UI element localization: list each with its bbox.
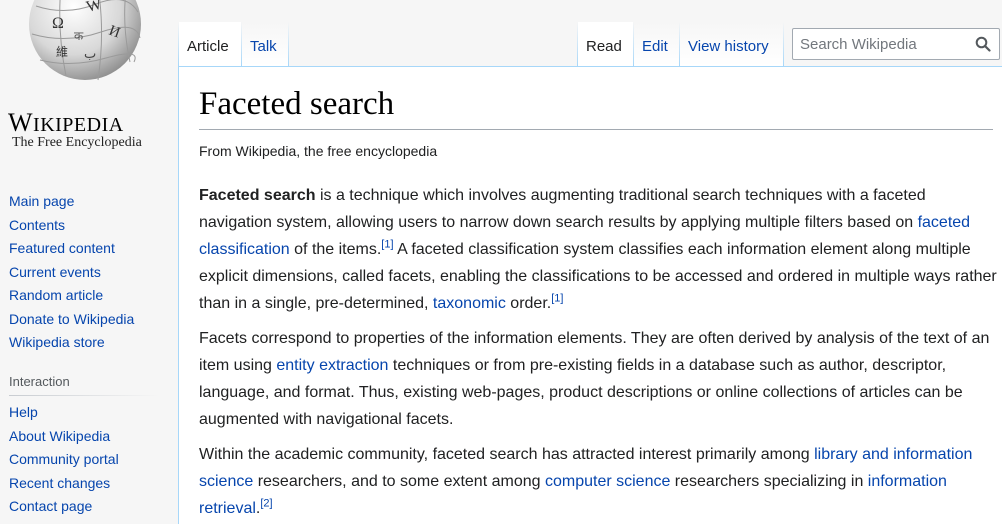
tab-read[interactable]: Read: [578, 22, 633, 66]
search-input[interactable]: [793, 35, 969, 53]
interaction-divider: [9, 395, 159, 396]
nav-item-donate: Donate to Wikipedia: [9, 310, 135, 327]
link-entity-extraction[interactable]: entity extraction: [276, 357, 388, 374]
sidebar: Ω W И 維 ب क WIKIPEDIA The Free Encyclope…: [0, 0, 178, 524]
wikipedia-tagline: The Free Encyclopedia: [12, 135, 142, 150]
svg-text:Ω: Ω: [52, 15, 64, 32]
wikipedia-wordmark: WIKIPEDIA: [8, 108, 124, 137]
navigation-menu: Main page Contents Featured content Curr…: [9, 190, 134, 355]
nav-item-store: Wikipedia store: [9, 334, 105, 350]
svg-text:क: क: [74, 29, 84, 43]
reference-link[interactable]: [2]: [260, 498, 272, 510]
link-taxonomic[interactable]: taxonomic: [433, 295, 506, 312]
nav-item-featured-content: Featured content: [9, 240, 115, 256]
paragraph-2: Facets correspond to properties of the i…: [199, 330, 990, 428]
search-button[interactable]: [969, 29, 997, 59]
paragraph-1: Faceted search is a technique which invo…: [199, 187, 997, 312]
nav-item-current-events: Current events: [9, 263, 101, 280]
nav-item-main-page: Main page: [9, 193, 75, 209]
link-computer-science[interactable]: computer science: [545, 473, 670, 490]
tab-separator: [288, 22, 289, 66]
nav-item-community-portal: Community portal: [9, 451, 119, 467]
svg-text:ب: ب: [84, 47, 96, 62]
interaction-menu: Help About Wikipedia Community portal Re…: [9, 401, 119, 519]
interaction-heading: Interaction: [9, 374, 70, 389]
bold-term: Faceted search: [199, 187, 316, 204]
tab-view-history[interactable]: View history: [680, 22, 783, 66]
tab-article[interactable]: Article: [179, 22, 241, 66]
tab-separator: [783, 22, 784, 66]
nav-item-recent-changes: Recent changes: [9, 474, 111, 491]
nav-item-about: About Wikipedia: [9, 427, 111, 444]
paragraph-3: Within the academic community, faceted s…: [199, 446, 973, 517]
search-icon: [975, 36, 991, 52]
site-subtitle: From Wikipedia, the free encyclopedia: [199, 143, 438, 159]
nav-item-random-article: Random article: [9, 287, 104, 303]
wikipedia-logo[interactable]: Ω W И 維 ب क WIKIPEDIA The Free Encyclope…: [0, 0, 160, 160]
article-content: Faceted search From Wikipedia, the free …: [178, 66, 1002, 524]
nav-item-contents: Contents: [9, 216, 66, 233]
globe-icon: Ω W И 維 ب क: [29, 0, 141, 81]
svg-text:維: 維: [56, 45, 68, 59]
nav-item-contact-page: Contact page: [9, 498, 93, 514]
article-body: Faceted search is a technique which invo…: [199, 182, 999, 524]
tab-talk[interactable]: Talk: [242, 22, 288, 66]
reference-link[interactable]: [1]: [551, 293, 563, 305]
search-box: [792, 28, 1000, 60]
reference-link[interactable]: [1]: [381, 239, 393, 251]
page-title: Faceted search: [199, 85, 993, 130]
tab-edit[interactable]: Edit: [634, 22, 679, 66]
nav-item-help: Help: [9, 404, 38, 420]
